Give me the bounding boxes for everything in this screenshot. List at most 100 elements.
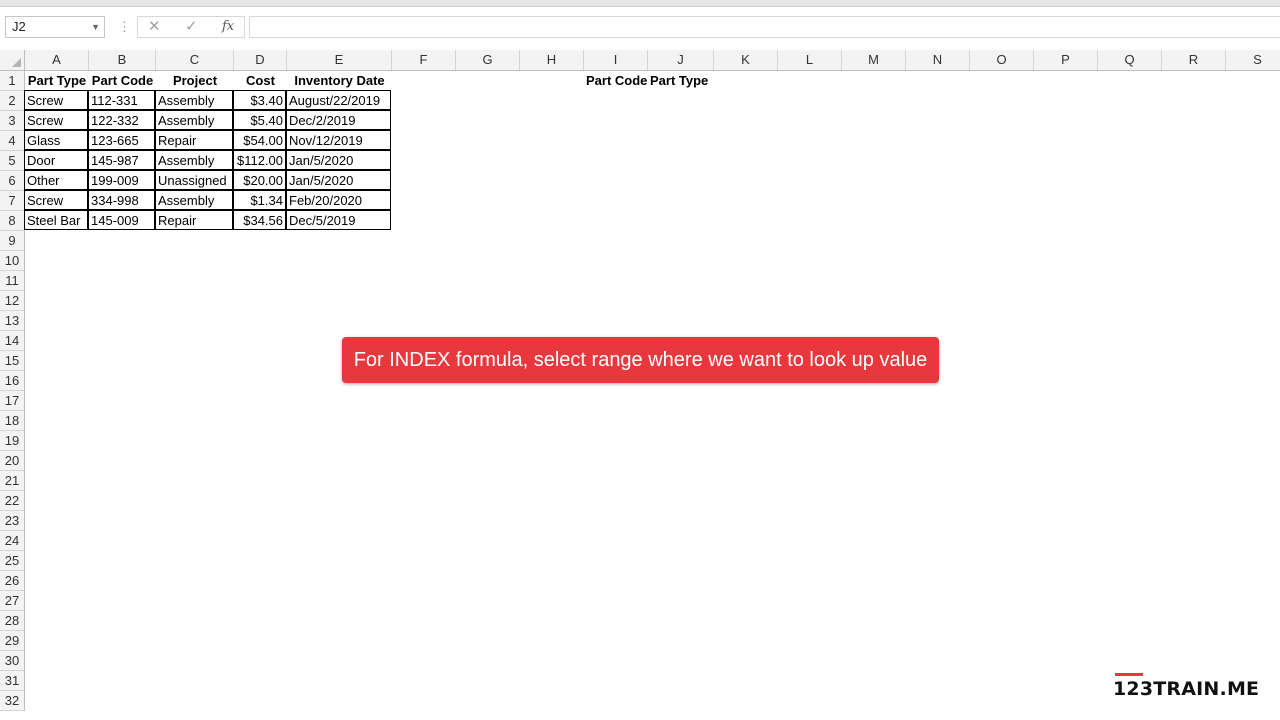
row-header-22[interactable]: 22: [0, 491, 24, 511]
row-header-13[interactable]: 13: [0, 311, 24, 331]
table-cell[interactable]: Screw: [24, 90, 88, 110]
column-header-f[interactable]: F: [392, 50, 456, 70]
row-header-27[interactable]: 27: [0, 591, 24, 611]
table-cell[interactable]: Other: [24, 170, 88, 190]
table-cell[interactable]: Steel Bar: [24, 210, 88, 230]
table-cell[interactable]: Jan/5/2020: [286, 150, 391, 170]
table-cell[interactable]: $54.00: [233, 130, 286, 150]
table-cell[interactable]: 145-987: [88, 150, 155, 170]
row-header-31[interactable]: 31: [0, 671, 24, 691]
table-cell[interactable]: Assembly: [155, 90, 233, 110]
select-all-button[interactable]: [0, 50, 25, 70]
row-header-16[interactable]: 16: [0, 371, 24, 391]
row-header-5[interactable]: 5: [0, 151, 24, 171]
table-cell[interactable]: $3.40: [233, 90, 286, 110]
table-cell[interactable]: 112-331: [88, 90, 155, 110]
enter-icon[interactable]: ✓: [185, 18, 198, 36]
lookup-header-part-type[interactable]: Part Type: [648, 71, 714, 91]
table-cell[interactable]: Glass: [24, 130, 88, 150]
column-header-h[interactable]: H: [520, 50, 584, 70]
table-cell[interactable]: $34.56: [233, 210, 286, 230]
row-header-11[interactable]: 11: [0, 271, 24, 291]
formula-input[interactable]: [249, 16, 1280, 38]
row-header-6[interactable]: 6: [0, 171, 24, 191]
table-cell[interactable]: $20.00: [233, 170, 286, 190]
column-header-l[interactable]: L: [778, 50, 842, 70]
row-header-14[interactable]: 14: [0, 331, 24, 351]
row-header-4[interactable]: 4: [0, 131, 24, 151]
table-cell[interactable]: 123-665: [88, 130, 155, 150]
column-header-i[interactable]: I: [584, 50, 648, 70]
table-cell[interactable]: $5.40: [233, 110, 286, 130]
row-header-9[interactable]: 9: [0, 231, 24, 251]
column-header-q[interactable]: Q: [1098, 50, 1162, 70]
table-cell[interactable]: Dec/2/2019: [286, 110, 391, 130]
row-header-17[interactable]: 17: [0, 391, 24, 411]
table-cell[interactable]: Unassigned: [155, 170, 233, 190]
table-header-cell[interactable]: Cost: [234, 71, 287, 91]
column-header-r[interactable]: R: [1162, 50, 1226, 70]
table-cell[interactable]: Jan/5/2020: [286, 170, 391, 190]
table-header-cell[interactable]: Part Code: [89, 71, 156, 91]
row-header-24[interactable]: 24: [0, 531, 24, 551]
table-cell[interactable]: 145-009: [88, 210, 155, 230]
table-cell[interactable]: August/22/2019: [286, 90, 391, 110]
row-header-2[interactable]: 2: [0, 91, 24, 111]
table-cell[interactable]: Screw: [24, 190, 88, 210]
row-header-32[interactable]: 32: [0, 691, 24, 711]
row-header-15[interactable]: 15: [0, 351, 24, 371]
table-cell[interactable]: 122-332: [88, 110, 155, 130]
table-cell[interactable]: Nov/12/2019: [286, 130, 391, 150]
insert-function-icon[interactable]: fx: [222, 18, 234, 36]
column-header-o[interactable]: O: [970, 50, 1034, 70]
column-header-m[interactable]: M: [842, 50, 906, 70]
row-header-25[interactable]: 25: [0, 551, 24, 571]
row-header-26[interactable]: 26: [0, 571, 24, 591]
table-cell[interactable]: Repair: [155, 210, 233, 230]
cancel-icon[interactable]: ✕: [148, 18, 161, 36]
row-header-28[interactable]: 28: [0, 611, 24, 631]
row-header-18[interactable]: 18: [0, 411, 24, 431]
column-header-c[interactable]: C: [156, 50, 234, 70]
row-header-8[interactable]: 8: [0, 211, 24, 231]
row-header-3[interactable]: 3: [0, 111, 24, 131]
row-header-20[interactable]: 20: [0, 451, 24, 471]
table-header-cell[interactable]: Inventory Date: [287, 71, 392, 91]
column-header-n[interactable]: N: [906, 50, 970, 70]
column-header-s[interactable]: S: [1226, 50, 1280, 70]
row-header-21[interactable]: 21: [0, 471, 24, 491]
table-cell[interactable]: Dec/5/2019: [286, 210, 391, 230]
table-cell[interactable]: Assembly: [155, 110, 233, 130]
table-cell[interactable]: $1.34: [233, 190, 286, 210]
table-header-cell[interactable]: Part Type: [25, 71, 89, 91]
table-cell[interactable]: 199-009: [88, 170, 155, 190]
row-header-10[interactable]: 10: [0, 251, 24, 271]
name-box-dropdown-icon[interactable]: ▼: [91, 17, 100, 37]
row-header-12[interactable]: 12: [0, 291, 24, 311]
row-header-30[interactable]: 30: [0, 651, 24, 671]
column-header-g[interactable]: G: [456, 50, 520, 70]
column-header-d[interactable]: D: [234, 50, 287, 70]
column-header-a[interactable]: A: [25, 50, 89, 70]
table-cell[interactable]: Assembly: [155, 190, 233, 210]
table-cell[interactable]: Repair: [155, 130, 233, 150]
row-header-23[interactable]: 23: [0, 511, 24, 531]
row-header-1[interactable]: 1: [0, 71, 24, 91]
column-header-e[interactable]: E: [287, 50, 392, 70]
table-header-cell[interactable]: Project: [156, 71, 234, 91]
table-cell[interactable]: Door: [24, 150, 88, 170]
row-header-19[interactable]: 19: [0, 431, 24, 451]
table-cell[interactable]: 334-998: [88, 190, 155, 210]
column-header-k[interactable]: K: [714, 50, 778, 70]
table-cell[interactable]: Assembly: [155, 150, 233, 170]
lookup-header-part-code[interactable]: Part Code: [584, 71, 648, 91]
formula-bar-resize-handle[interactable]: ⋮: [118, 19, 131, 35]
table-cell[interactable]: Screw: [24, 110, 88, 130]
row-header-29[interactable]: 29: [0, 631, 24, 651]
column-header-j[interactable]: J: [648, 50, 714, 70]
column-header-b[interactable]: B: [89, 50, 156, 70]
table-cell[interactable]: Feb/20/2020: [286, 190, 391, 210]
name-box[interactable]: J2 ▼: [5, 16, 105, 38]
row-header-7[interactable]: 7: [0, 191, 24, 211]
table-cell[interactable]: $112.00: [233, 150, 286, 170]
